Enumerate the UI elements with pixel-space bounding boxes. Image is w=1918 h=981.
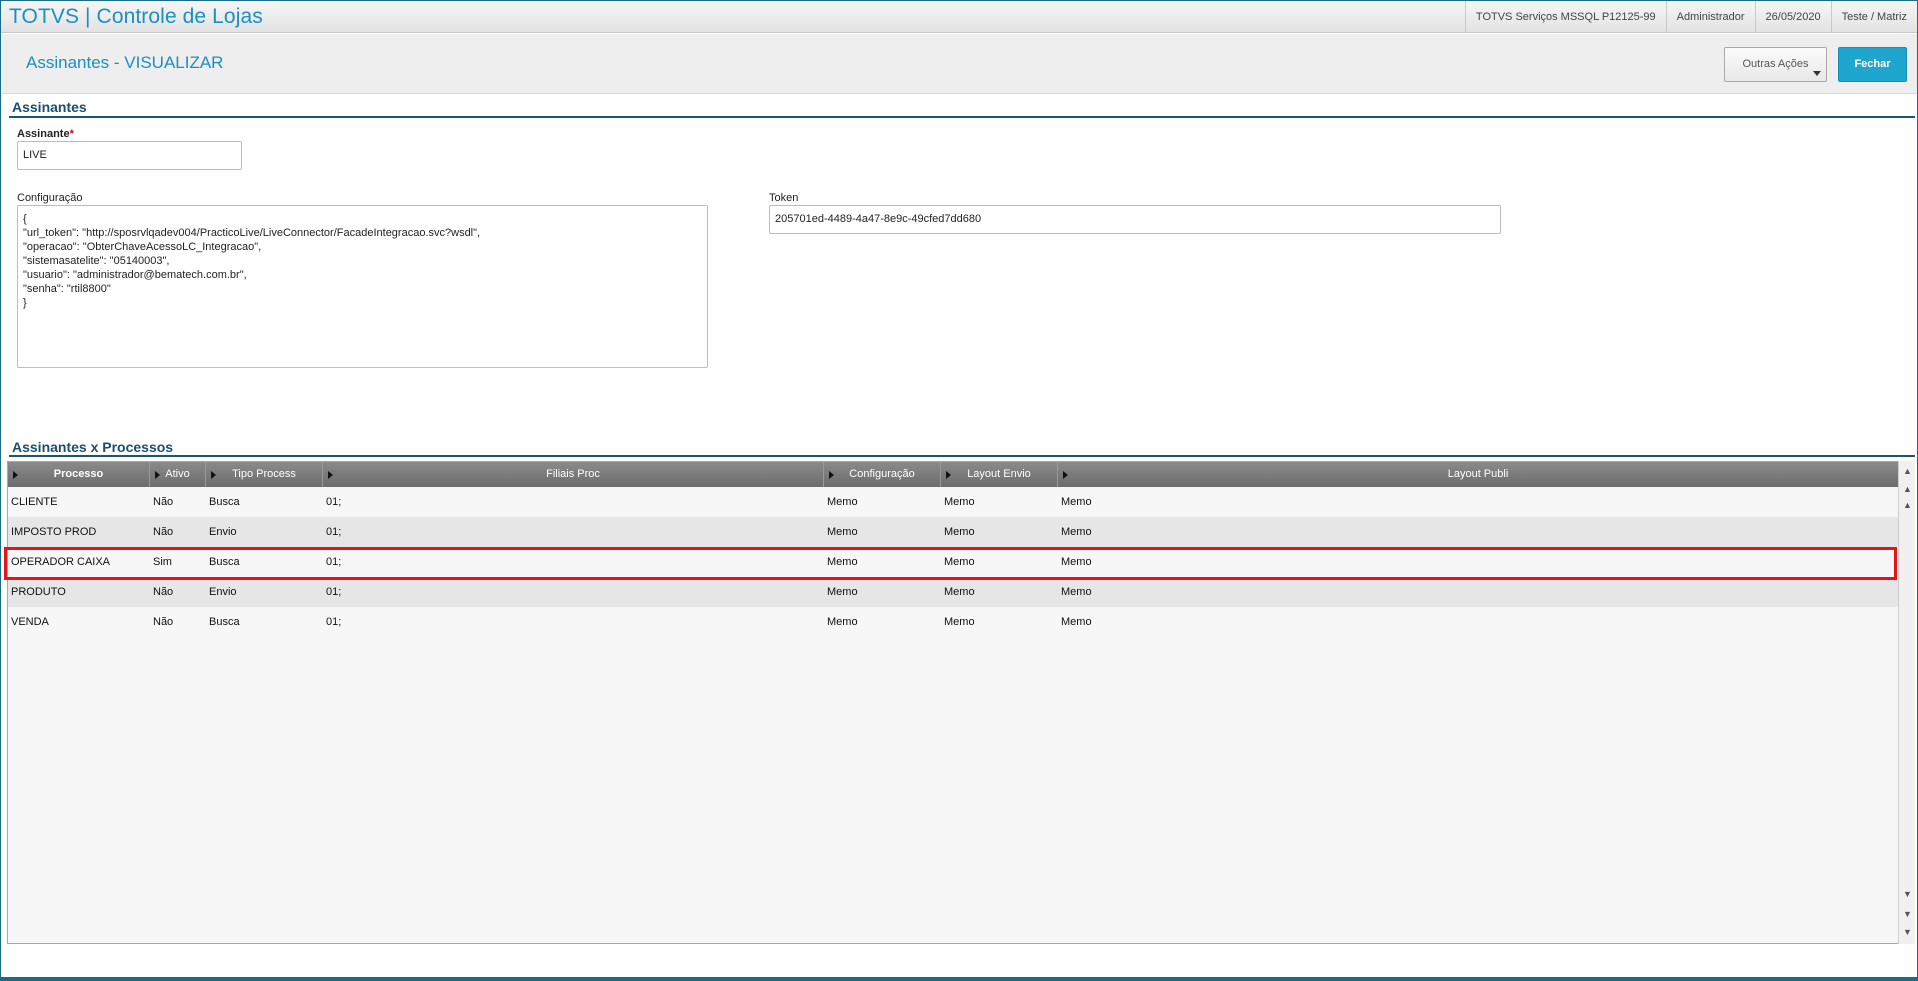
table-cell: Memo bbox=[944, 496, 975, 508]
table-cell: Memo bbox=[944, 526, 975, 538]
grid-scrollbar[interactable]: ▲ ▲ ▲ ▼ ▼ ▼ bbox=[1898, 461, 1915, 944]
table-cell: Busca bbox=[209, 616, 240, 628]
table-cell: Não bbox=[153, 616, 174, 628]
section-divider bbox=[9, 455, 1915, 457]
table-cell: VENDA bbox=[11, 616, 49, 628]
scroll-up-icon[interactable]: ▲ bbox=[1899, 497, 1916, 513]
token-label: Token bbox=[769, 192, 799, 204]
table-cell: Memo bbox=[1061, 496, 1092, 508]
date-label: 26/05/2020 bbox=[1754, 1, 1831, 33]
table-cell: Sim bbox=[153, 556, 172, 568]
table-cell: Memo bbox=[944, 556, 975, 568]
column-header-tipo-process[interactable]: Tipo Process bbox=[206, 462, 323, 487]
table-cell: Memo bbox=[1061, 616, 1092, 628]
table-cell: 01; bbox=[326, 616, 342, 628]
branch-label: Teste / Matriz bbox=[1830, 1, 1917, 33]
sort-arrow-icon bbox=[211, 471, 216, 479]
sort-arrow-icon bbox=[946, 471, 951, 479]
table-cell: IMPOSTO PROD bbox=[11, 526, 97, 538]
user-label: Administrador bbox=[1665, 1, 1755, 33]
scroll-bottom-icon[interactable]: ▼ bbox=[1899, 924, 1916, 940]
column-header-layout-publi[interactable]: Layout Publi bbox=[1058, 462, 1898, 487]
scroll-down-icon[interactable]: ▼ bbox=[1899, 886, 1916, 902]
chevron-down-icon bbox=[1813, 71, 1821, 76]
column-header-processo[interactable]: Processo bbox=[8, 462, 150, 487]
section-divider bbox=[9, 116, 1915, 118]
app-title: TOTVS | Controle de Lojas bbox=[9, 5, 263, 28]
table-row[interactable]: PRODUTO Não Envio 01; Memo Memo Memo bbox=[8, 577, 1898, 607]
assinante-input[interactable]: LIVE bbox=[17, 141, 242, 170]
sort-arrow-icon bbox=[829, 471, 834, 479]
table-cell: Não bbox=[153, 496, 174, 508]
column-header-filiais-proc[interactable]: Filiais Proc bbox=[323, 462, 824, 487]
column-header-ativo[interactable]: Ativo bbox=[150, 462, 206, 487]
outras-acoes-label: Outras Ações bbox=[1742, 58, 1809, 70]
table-cell: Não bbox=[153, 586, 174, 598]
bottom-border bbox=[1, 977, 1917, 981]
table-cell: Memo bbox=[827, 556, 858, 568]
table-cell: OPERADOR CAIXA bbox=[11, 556, 111, 568]
table-cell: 01; bbox=[326, 526, 342, 538]
table-cell: 01; bbox=[326, 496, 342, 508]
scroll-page-up-icon[interactable]: ▲ bbox=[1899, 481, 1916, 497]
outras-acoes-button[interactable]: Outras Ações bbox=[1724, 47, 1827, 82]
table-cell: Envio bbox=[209, 586, 237, 598]
sort-arrow-icon bbox=[155, 471, 160, 479]
table-row[interactable]: IMPOSTO PROD Não Envio 01; Memo Memo Memo bbox=[8, 517, 1898, 547]
configuracao-textarea[interactable]: { "url_token": "http://sposrvlqadev004/P… bbox=[17, 205, 708, 368]
table-cell: Memo bbox=[944, 616, 975, 628]
sort-arrow-icon bbox=[328, 471, 333, 479]
grid-header: Processo Ativo Tipo Process Filiais Proc… bbox=[8, 462, 1898, 487]
table-row[interactable]: OPERADOR CAIXA Sim Busca 01; Memo Memo Memo bbox=[8, 547, 1898, 577]
table-cell: CLIENTE bbox=[11, 496, 58, 508]
assinante-label: Assinante* bbox=[17, 128, 74, 140]
table-cell: 01; bbox=[326, 556, 342, 568]
section-title-processos: Assinantes x Processos bbox=[12, 439, 174, 455]
fechar-button[interactable]: Fechar bbox=[1838, 47, 1907, 82]
column-header-layout-envio[interactable]: Layout Envio bbox=[941, 462, 1058, 487]
processos-grid: Processo Ativo Tipo Process Filiais Proc… bbox=[7, 461, 1899, 944]
sort-arrow-icon bbox=[1063, 471, 1068, 479]
scroll-top-icon[interactable]: ▲ bbox=[1899, 463, 1916, 479]
table-cell: Memo bbox=[1061, 586, 1092, 598]
table-row[interactable]: CLIENTE Não Busca 01; Memo Memo Memo bbox=[8, 487, 1898, 517]
required-marker: * bbox=[69, 128, 74, 140]
table-cell: Memo bbox=[1061, 556, 1092, 568]
column-header-configuracao[interactable]: Configuração bbox=[824, 462, 941, 487]
section-title-assinantes: Assinantes bbox=[12, 99, 87, 115]
table-cell: Memo bbox=[827, 616, 858, 628]
environment-label: TOTVS Serviços MSSQL P12125-99 bbox=[1464, 1, 1666, 33]
table-cell: Memo bbox=[827, 526, 858, 538]
table-cell: Busca bbox=[209, 496, 240, 508]
top-bar: TOTVS | Controle de Lojas TOTVS Serviços… bbox=[1, 1, 1917, 33]
table-cell: Memo bbox=[827, 496, 858, 508]
table-cell: Envio bbox=[209, 526, 237, 538]
page-header: Assinantes - VISUALIZAR Outras Ações Fec… bbox=[2, 34, 1917, 94]
table-cell: Memo bbox=[1061, 526, 1092, 538]
table-cell: Memo bbox=[827, 586, 858, 598]
session-info: TOTVS Serviços MSSQL P12125-99 Administr… bbox=[1464, 1, 1917, 33]
table-row[interactable]: VENDA Não Busca 01; Memo Memo Memo bbox=[8, 607, 1898, 637]
table-cell: PRODUTO bbox=[11, 586, 66, 598]
table-cell: Memo bbox=[944, 586, 975, 598]
configuracao-label: Configuração bbox=[17, 192, 83, 204]
sort-arrow-icon bbox=[13, 471, 18, 479]
grid-body: CLIENTE Não Busca 01; Memo Memo Memo IMPOSTO PR… bbox=[8, 487, 1898, 637]
scroll-page-down-icon[interactable]: ▼ bbox=[1899, 906, 1916, 922]
table-cell: 01; bbox=[326, 586, 342, 598]
token-input[interactable]: 205701ed-4489-4a47-8e9c-49cfed7dd680 bbox=[769, 205, 1501, 234]
table-cell: Busca bbox=[209, 556, 240, 568]
page-title: Assinantes - VISUALIZAR bbox=[26, 53, 224, 72]
table-cell: Não bbox=[153, 526, 174, 538]
